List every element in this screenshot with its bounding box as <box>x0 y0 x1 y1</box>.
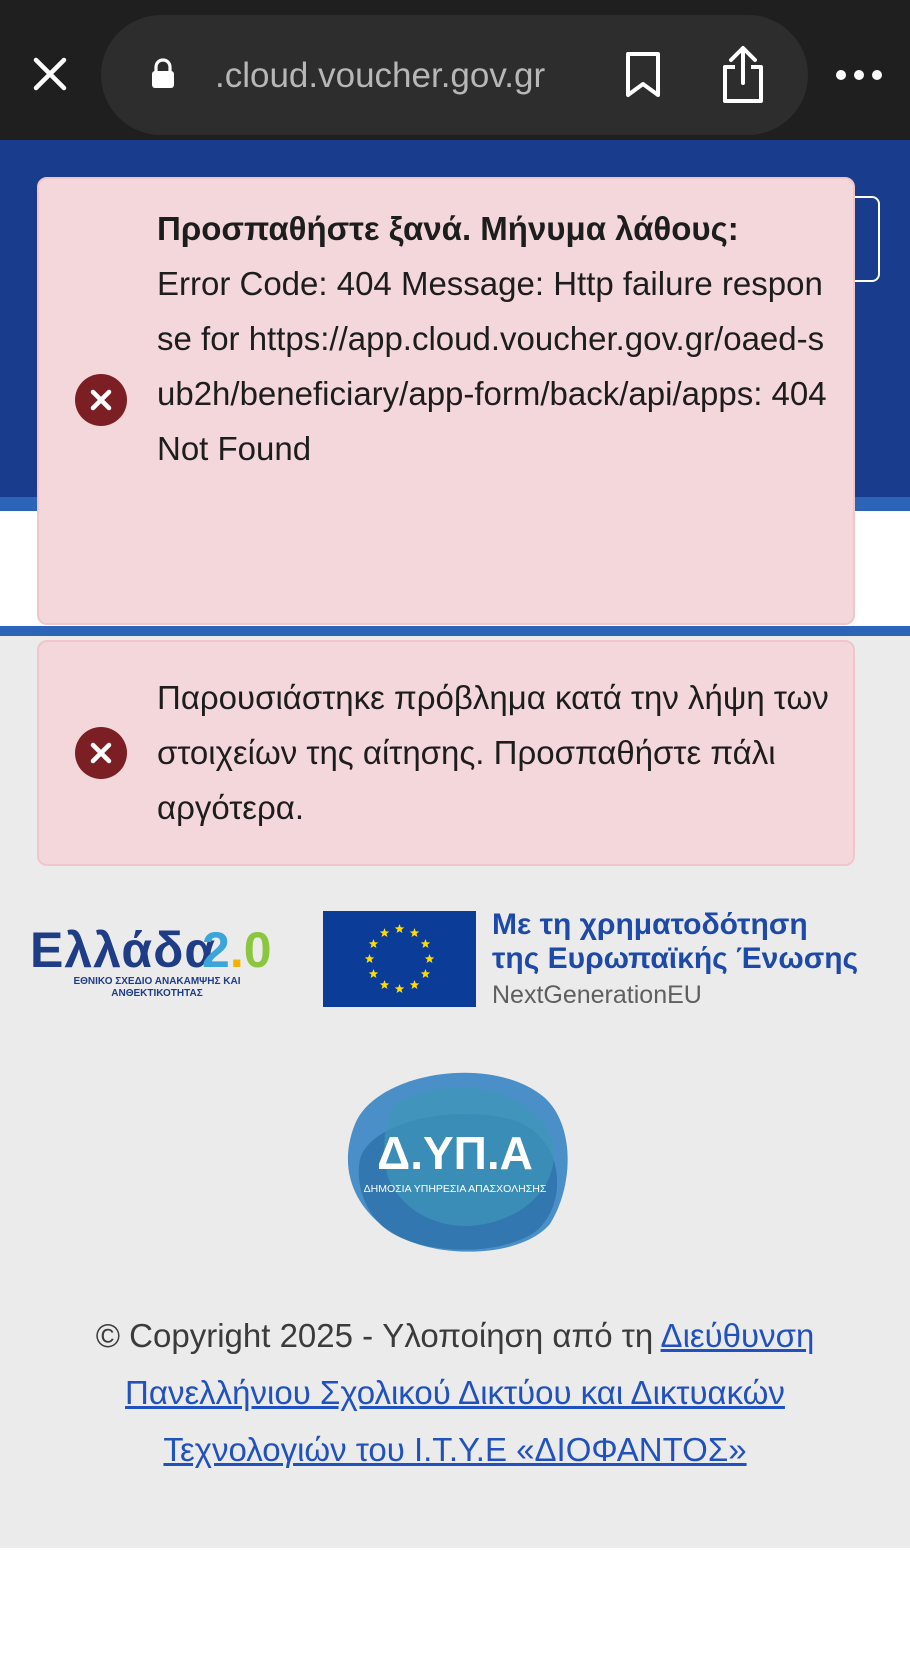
close-icon <box>33 57 67 91</box>
greece-logo-number: 2.0 <box>202 922 272 978</box>
eu-star <box>420 939 431 949</box>
close-button[interactable] <box>26 50 74 98</box>
alert-content: Προσπαθήστε ξανά. Μήνυμα λάθους: Error C… <box>157 201 832 476</box>
bookmark-icon[interactable] <box>620 50 666 100</box>
greece-logo-subtitle: ΕΘΝΙΚΟ ΣΧΕΔΙΟ ΑΝΑΚΑΜΨΗΣ ΚΑΙ ΑΝΘΕΚΤΙΚΟΤΗΤ… <box>73 976 241 999</box>
greece-2-logo: Ελλάδα 2.0 ΕΘΝΙΚΟ ΣΧΕΔΙΟ ΑΝΑΚΑΜΨΗΣ ΚΑΙ Α… <box>30 920 290 1000</box>
eu-star <box>409 979 420 990</box>
dypa-logo: Δ.ΥΠ.Α ΔΗΜΟΣΙΑ ΥΠΗΡΕΣΙΑ ΑΠΑΣΧΟΛΗΣΗΣ <box>347 1072 568 1252</box>
url-text[interactable]: .cloud.voucher.gov.gr <box>215 52 575 100</box>
eu-funding-line2: της Ευρωπαϊκής Ένωσης <box>492 942 859 975</box>
eu-star <box>420 969 431 979</box>
greece-logo-name: Ελλάδα <box>30 922 217 978</box>
dypa-logo-subtitle: ΔΗΜΟΣΙΑ ΥΠΗΡΕΣΙΑ ΑΠΑΣΧΟΛΗΣΗΣ <box>364 1183 547 1195</box>
alert-message: Παρουσιάστηκε πρόβλημα κατά την λήψη των… <box>157 679 829 826</box>
eu-star <box>394 924 405 934</box>
eu-star <box>394 984 405 994</box>
eu-funding-line3: NextGenerationEU <box>492 981 702 1009</box>
eu-funding-line1: Με τη χρηματοδότηση <box>492 908 808 941</box>
alert-message: Error Code: 404 Message: Http failure re… <box>157 265 827 467</box>
more-options-icon[interactable] <box>833 58 885 92</box>
alert-title: Προσπαθήστε ξανά. Μήνυμα λάθους: <box>157 210 739 247</box>
eu-star <box>364 954 375 964</box>
dypa-logo-name: Δ.ΥΠ.Α <box>377 1127 533 1179</box>
eu-flag-icon <box>323 911 476 1007</box>
eu-star <box>379 979 390 990</box>
eu-star <box>424 954 435 964</box>
divider <box>0 626 910 636</box>
error-icon <box>75 727 127 779</box>
eu-star <box>368 969 379 979</box>
alert-content: Παρουσιάστηκε πρόβλημα κατά την λήψη των… <box>157 670 832 835</box>
footer-copyright: © Copyright 2025 - Υλοποίηση από τη Διεύ… <box>30 1307 880 1478</box>
error-alert: Παρουσιάστηκε πρόβλημα κατά την λήψη των… <box>37 640 855 866</box>
lock-icon <box>152 58 174 88</box>
eu-star <box>409 928 420 938</box>
error-icon <box>75 374 127 426</box>
copyright-text: © Copyright 2025 - Υλοποίηση από τη <box>95 1317 661 1354</box>
error-alert: Προσπαθήστε ξανά. Μήνυμα λάθους: Error C… <box>37 177 855 625</box>
share-icon[interactable] <box>717 45 769 105</box>
eu-star <box>379 928 390 938</box>
eu-star <box>368 939 379 949</box>
